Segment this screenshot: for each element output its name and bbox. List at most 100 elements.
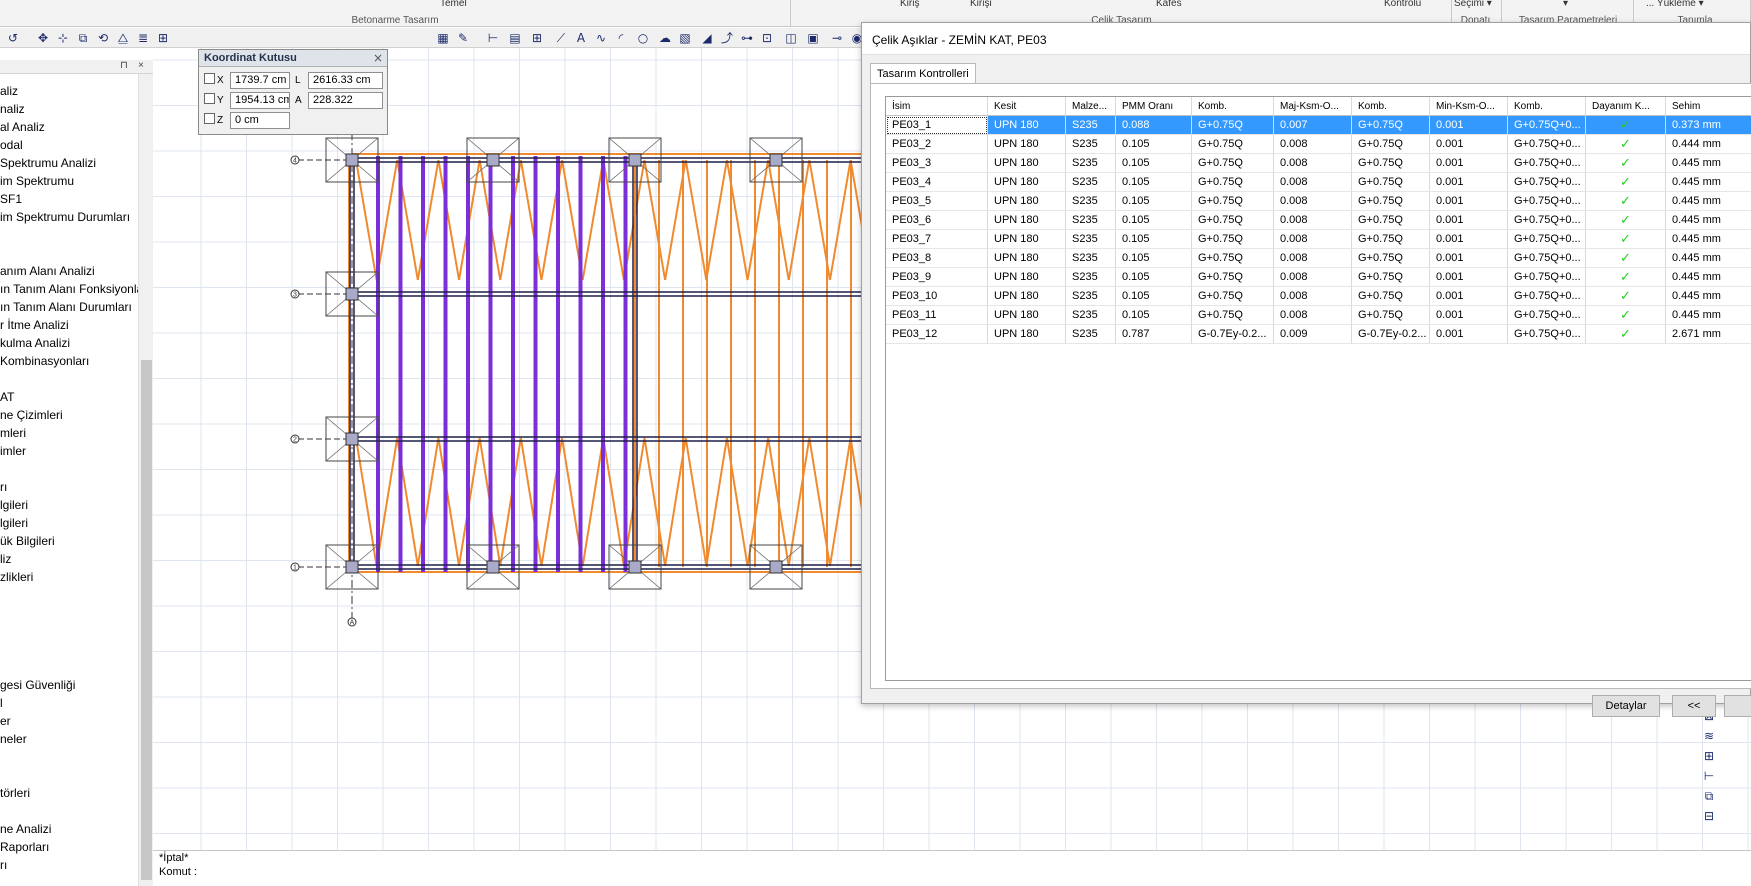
tree-item[interactable] <box>0 641 138 657</box>
hatch-icon[interactable]: ▧ <box>678 31 692 45</box>
tree-item[interactable]: aliz <box>0 83 138 99</box>
tree-item[interactable] <box>0 767 138 783</box>
text-icon[interactable]: A <box>574 31 588 45</box>
tree-item[interactable]: lgileri <box>0 515 138 531</box>
tree-item[interactable]: AT <box>0 389 138 405</box>
cloud-icon[interactable]: ☁ <box>658 31 672 45</box>
table-row[interactable]: PE03_12 UPN 180 S235 0.787 G-0.7Ey-0.2... 0.0… <box>886 325 1751 344</box>
move-icon[interactable]: ✥ <box>36 31 50 45</box>
slope-icon[interactable]: ◢ <box>700 31 714 45</box>
section-icon[interactable]: ⊶ <box>740 31 754 45</box>
tree-item[interactable] <box>0 587 138 603</box>
rotate-icon[interactable]: ↺ <box>6 31 20 45</box>
tree-item[interactable]: ne Analizi <box>0 821 138 837</box>
tree-item[interactable] <box>0 461 138 477</box>
calculator-icon[interactable]: ▣ <box>806 31 820 45</box>
tree-item[interactable]: Raporları <box>0 839 138 855</box>
line-icon[interactable]: ⟋ <box>554 31 568 45</box>
tree-item[interactable]: imler <box>0 443 138 459</box>
column-icon[interactable]: ▤ <box>508 31 522 45</box>
pencil-icon[interactable]: ✎ <box>456 31 470 45</box>
grid-icon[interactable]: ▦ <box>436 31 450 45</box>
header-col-strength[interactable]: Dayanım K... <box>1586 97 1666 116</box>
tab-design-checks[interactable]: Tasarım Kontrolleri <box>870 63 976 83</box>
table-row[interactable]: PE03_10 UPN 180 S235 0.105 G+0.75Q 0.008 G+0.7… <box>886 287 1751 306</box>
align-icon[interactable]: ≣ <box>136 31 150 45</box>
ribbon-item-beam[interactable]: Kiriş <box>900 0 919 9</box>
table-row[interactable]: PE03_11 UPN 180 S235 0.105 G+0.75Q 0.008 G+0.7… <box>886 306 1751 325</box>
tree-item[interactable] <box>0 371 138 387</box>
tree-item[interactable]: odal <box>0 137 138 153</box>
tree-item[interactable]: rı <box>0 479 138 495</box>
header-col-name[interactable]: İsim <box>886 97 988 116</box>
a-field[interactable]: 228.322 <box>308 92 383 109</box>
dialog-titlebar[interactable]: Çelik Aşıklar - ZEMİN KAT, PE03 <box>862 23 1750 55</box>
ribbon-item-params-dropdown[interactable]: ▾ <box>1563 0 1568 9</box>
header-col-comb1[interactable]: Komb. <box>1192 97 1274 116</box>
table-row[interactable]: PE03_3 UPN 180 S235 0.105 G+0.75Q 0.008 G+0.75… <box>886 154 1751 173</box>
tree-item[interactable]: SF1 <box>0 191 138 207</box>
header-col-pmm[interactable]: PMM Oranı <box>1116 97 1192 116</box>
chart-icon[interactable]: ◫ <box>784 31 798 45</box>
dimension-icon[interactable]: ⊢ <box>486 31 500 45</box>
left-panel-scrollbar[interactable] <box>138 74 153 886</box>
tree-item[interactable]: er <box>0 713 138 729</box>
command-prompt[interactable]: Komut : <box>159 866 197 878</box>
circle-icon[interactable]: ○ <box>636 31 650 45</box>
table-row[interactable]: PE03_1 UPN 180 S235 0.088 G+0.75Q 0.007 G+0.75… <box>886 116 1751 135</box>
overlap-icon[interactable]: ⧉ <box>1700 788 1718 804</box>
tree-item[interactable]: naliz <box>0 101 138 117</box>
header-col-comb2[interactable]: Komb. <box>1352 97 1430 116</box>
tree-item[interactable]: rı <box>0 857 138 873</box>
tree-item[interactable]: ın Tanım Alanı Fonksiyonla <box>0 281 138 297</box>
tree-item[interactable]: im Spektrumu Durumları <box>0 209 138 225</box>
tree-item[interactable]: lgileri <box>0 497 138 513</box>
snap-grid-icon[interactable]: ⊞ <box>1700 748 1718 764</box>
table-icon[interactable]: ⊞ <box>530 31 544 45</box>
arc-icon[interactable]: ◜ <box>614 31 628 45</box>
table-row[interactable]: PE03_6 UPN 180 S235 0.105 G+0.75Q 0.008 G+0.75… <box>886 211 1751 230</box>
header-col-comb3[interactable]: Komb. <box>1508 97 1586 116</box>
tree-item[interactable]: l <box>0 695 138 711</box>
table-row[interactable]: PE03_2 UPN 180 S235 0.105 G+0.75Q 0.008 G+0.75… <box>886 135 1751 154</box>
table-row[interactable]: PE03_7 UPN 180 S235 0.105 G+0.75Q 0.008 G+0.75… <box>886 230 1751 249</box>
ribbon-item-loading[interactable]: ... Yükleme ▾ <box>1646 0 1704 9</box>
header-col-section[interactable]: Kesit <box>988 97 1066 116</box>
tree-item[interactable]: Kombinasyonları <box>0 353 138 369</box>
stair-icon[interactable]: ⤴ <box>720 31 734 45</box>
tree-item[interactable] <box>0 623 138 639</box>
tree-item[interactable]: liz <box>0 551 138 567</box>
ruler-icon[interactable]: ⊢ <box>1700 768 1718 784</box>
tree-item[interactable]: mleri <box>0 425 138 441</box>
tree-item[interactable] <box>0 749 138 765</box>
tree-item[interactable]: törleri <box>0 785 138 801</box>
details-button[interactable]: Detaylar <box>1592 695 1660 717</box>
ribbon-item-beam-2[interactable]: Kirişi <box>970 0 992 9</box>
array-icon[interactable]: ⊞ <box>156 31 170 45</box>
table-row[interactable]: PE03_5 UPN 180 S235 0.105 G+0.75Q 0.008 G+0.75… <box>886 192 1751 211</box>
tree-item[interactable]: ne Çizimleri <box>0 407 138 423</box>
tree-item[interactable] <box>0 803 138 819</box>
curve-icon[interactable]: ∿ <box>594 31 608 45</box>
close-icon[interactable]: × <box>373 51 383 65</box>
tree-item[interactable]: r İtme Analizi <box>0 317 138 333</box>
layer-icon[interactable]: ⊟ <box>1700 808 1718 824</box>
ribbon-item-control[interactable]: Kontrolü <box>1384 0 1421 9</box>
ribbon-item-truss[interactable]: Kafes <box>1156 0 1182 9</box>
ribbon-item-foundation[interactable]: Temel <box>440 0 467 9</box>
tree-item[interactable] <box>0 245 138 261</box>
tree-item[interactable]: zlikleri <box>0 569 138 585</box>
tree-item[interactable]: anım Alanı Analizi <box>0 263 138 279</box>
mirror-icon[interactable]: ⧋ <box>116 31 130 45</box>
tree-item[interactable]: neler <box>0 731 138 747</box>
header-col-deflection[interactable]: Sehim <box>1666 97 1751 116</box>
table-row[interactable]: PE03_8 UPN 180 S235 0.105 G+0.75Q 0.008 G+0.75… <box>886 249 1751 268</box>
pin-icon[interactable]: ⊓ <box>120 60 128 71</box>
header-col-min[interactable]: Min-Ksm-O... <box>1430 97 1508 116</box>
tree-item[interactable]: Spektrumu Analizi <box>0 155 138 171</box>
tree-item[interactable] <box>0 227 138 243</box>
tree-item[interactable] <box>0 605 138 621</box>
move-copy-icon[interactable]: ⊹ <box>56 31 70 45</box>
header-col-material[interactable]: Malze... <box>1066 97 1116 116</box>
tree-item[interactable]: ük Bilgileri <box>0 533 138 549</box>
